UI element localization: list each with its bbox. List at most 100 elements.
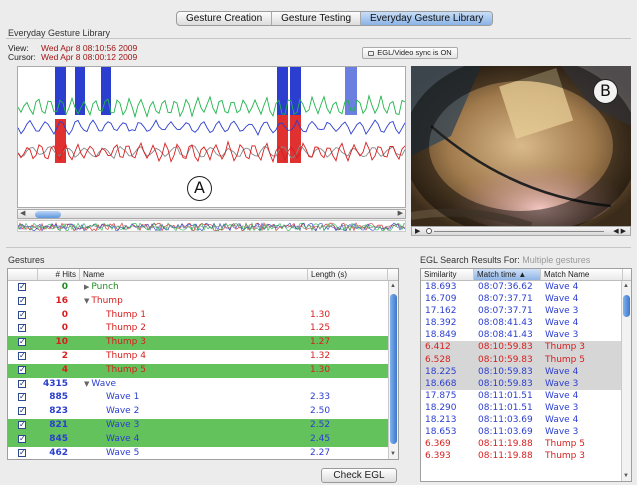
gesture-length: 1.25 bbox=[310, 323, 331, 334]
tab-everyday-gesture-library[interactable]: Everyday Gesture Library bbox=[361, 12, 493, 25]
video-scrubber[interactable] bbox=[426, 228, 432, 234]
gesture-row[interactable]: ✓ 2 Thump 4 1.32 bbox=[8, 350, 398, 364]
gesture-checkbox[interactable]: ✓ bbox=[18, 283, 26, 291]
gesture-name-label: Wave 4 bbox=[106, 433, 140, 444]
gesture-checkbox[interactable]: ✓ bbox=[18, 393, 26, 402]
results-scrollbar[interactable]: ▲ ▼ bbox=[621, 281, 631, 481]
match-time-column-header[interactable]: Match time ▲ bbox=[474, 269, 541, 280]
gesture-name: Wave 3 bbox=[106, 419, 139, 433]
result-row[interactable]: 16.709 08:07:37.71 Wave 4 bbox=[421, 293, 631, 305]
gestures-scroll-thumb[interactable] bbox=[390, 294, 397, 444]
play-icon[interactable]: ▶ bbox=[415, 227, 420, 235]
gesture-checkbox[interactable]: ✓ bbox=[18, 365, 26, 374]
gesture-name-label: Wave 5 bbox=[106, 447, 140, 458]
scroll-thumb[interactable] bbox=[35, 211, 61, 218]
scroll-right-icon[interactable]: ▶ bbox=[398, 209, 403, 217]
result-match-name: Wave 3 bbox=[545, 306, 579, 317]
scroll-down-icon[interactable]: ▼ bbox=[623, 473, 629, 479]
cursor-label: Cursor: bbox=[8, 52, 36, 62]
result-row[interactable]: 18.849 08:08:41.43 Wave 3 bbox=[421, 329, 631, 341]
scroll-up-icon[interactable]: ▲ bbox=[390, 283, 396, 289]
gesture-checkbox[interactable]: ✓ bbox=[18, 296, 26, 305]
video-sync-button[interactable]: EGL/Video sync is ON bbox=[362, 47, 458, 59]
gesture-name-label: Thump 5 bbox=[106, 364, 146, 375]
result-row[interactable]: 18.693 08:07:36.62 Wave 4 bbox=[421, 281, 631, 293]
timeline-overview[interactable] bbox=[17, 220, 406, 232]
gesture-row[interactable]: ✓ 821 Wave 3 2.52 bbox=[8, 418, 398, 433]
gesture-checkbox[interactable]: ✓ bbox=[18, 448, 26, 457]
results-scroll-thumb[interactable] bbox=[623, 295, 630, 317]
result-similarity: 18.290 bbox=[425, 402, 457, 413]
result-row[interactable]: 6.393 08:11:19.88 Thump 3 bbox=[421, 450, 631, 462]
gesture-checkbox[interactable]: ✓ bbox=[18, 407, 26, 416]
result-row[interactable]: 6.412 08:10:59.83 Thump 3 bbox=[421, 341, 631, 354]
gesture-row[interactable]: ✓ 0 ▶ Punch bbox=[8, 281, 398, 295]
gesture-name-label: Wave bbox=[91, 378, 117, 389]
result-row[interactable]: 17.875 08:11:01.51 Wave 4 bbox=[421, 390, 631, 402]
gesture-hits: 0 bbox=[61, 282, 68, 292]
results-title: EGL Search Results For: Multiple gesture… bbox=[420, 255, 590, 265]
result-row[interactable]: 18.668 08:10:59.83 Wave 3 bbox=[421, 377, 631, 390]
result-match-name: Wave 3 bbox=[545, 378, 579, 389]
gesture-row[interactable]: ✓ 0 Thump 1 1.30 bbox=[8, 309, 398, 323]
gestures-scrollbar[interactable]: ▲ ▼ bbox=[388, 281, 398, 459]
volume-icon[interactable]: ◀ ▶ bbox=[613, 227, 626, 235]
gesture-row[interactable]: ✓ 823 Wave 2 2.50 bbox=[8, 405, 398, 419]
gesture-checkbox[interactable]: ✓ bbox=[18, 379, 26, 388]
gesture-row[interactable]: ✓ 10 Thump 3 1.27 bbox=[8, 336, 398, 350]
signal-trace bbox=[18, 140, 405, 164]
hits-column-header[interactable]: # Hits bbox=[38, 269, 80, 280]
gesture-row[interactable]: ✓ 4 Thump 5 1.30 bbox=[8, 363, 398, 378]
match-name-column-header[interactable]: Match Name bbox=[541, 269, 623, 280]
length-column-header[interactable]: Length (s) bbox=[308, 269, 388, 280]
similarity-column-header[interactable]: Similarity bbox=[421, 269, 474, 280]
result-row[interactable]: 18.653 08:11:03.69 Wave 3 bbox=[421, 426, 631, 438]
gesture-checkbox[interactable]: ✓ bbox=[18, 351, 26, 360]
gesture-length: 1.30 bbox=[310, 364, 331, 375]
result-row[interactable]: 6.369 08:11:19.88 Thump 5 bbox=[421, 438, 631, 450]
disclosure-triangle-icon[interactable]: ▶ bbox=[84, 283, 89, 291]
tab-gesture-creation[interactable]: Gesture Creation bbox=[177, 12, 273, 25]
gesture-row[interactable]: ✓ 885 Wave 1 2.33 bbox=[8, 391, 398, 405]
signal-trace bbox=[18, 119, 405, 136]
gesture-hits: 845 bbox=[49, 433, 68, 444]
gesture-checkbox[interactable]: ✓ bbox=[18, 324, 26, 333]
result-row[interactable]: 18.290 08:11:01.51 Wave 3 bbox=[421, 402, 631, 414]
scroll-up-icon[interactable]: ▲ bbox=[623, 283, 629, 289]
result-row[interactable]: 18.213 08:11:03.69 Wave 4 bbox=[421, 414, 631, 426]
gesture-checkbox[interactable]: ✓ bbox=[18, 310, 26, 319]
result-match-name: Wave 4 bbox=[545, 415, 579, 426]
gesture-match-block[interactable] bbox=[290, 115, 301, 163]
result-similarity: 18.392 bbox=[425, 318, 457, 329]
gesture-row[interactable]: ✓ 0 Thump 2 1.25 bbox=[8, 322, 398, 336]
gesture-row[interactable]: ✓ 462 Wave 5 2.27 bbox=[8, 447, 398, 459]
gesture-match-block[interactable] bbox=[290, 67, 301, 119]
gesture-hits: 16 bbox=[55, 295, 68, 306]
gesture-row[interactable]: ✓ 16 ▼ Thump bbox=[8, 295, 398, 309]
results-table-header: Similarity Match time ▲ Match Name bbox=[421, 269, 631, 281]
result-row[interactable]: 17.162 08:07:37.71 Wave 3 bbox=[421, 305, 631, 317]
scroll-left-icon[interactable]: ◀ bbox=[20, 209, 25, 217]
gesture-row[interactable]: ✓ 845 Wave 4 2.45 bbox=[8, 432, 398, 447]
result-row[interactable]: 18.225 08:10:59.83 Wave 4 bbox=[421, 365, 631, 378]
result-row[interactable]: 6.528 08:10:59.83 Thump 5 bbox=[421, 353, 631, 366]
gesture-name: ▼ Thump bbox=[84, 295, 123, 309]
divider bbox=[6, 247, 631, 248]
tab-gesture-testing[interactable]: Gesture Testing bbox=[272, 12, 362, 25]
name-column-header[interactable]: Name bbox=[80, 269, 308, 280]
gesture-row[interactable]: ✓ 4315 ▼ Wave bbox=[8, 378, 398, 392]
result-match-name: Wave 4 bbox=[545, 282, 579, 292]
check-egl-button[interactable]: Check EGL bbox=[321, 468, 397, 483]
scroll-down-icon[interactable]: ▼ bbox=[390, 451, 396, 457]
gesture-match-block[interactable] bbox=[75, 67, 85, 115]
timeline-scrollbar[interactable]: ◀ ▶ bbox=[17, 209, 406, 219]
disclosure-triangle-icon[interactable]: ▼ bbox=[84, 297, 89, 305]
gesture-checkbox[interactable]: ✓ bbox=[18, 434, 26, 443]
disclosure-triangle-icon[interactable]: ▼ bbox=[84, 380, 89, 388]
gesture-match-block[interactable] bbox=[277, 67, 288, 119]
result-row[interactable]: 18.392 08:08:41.43 Wave 4 bbox=[421, 317, 631, 329]
gesture-checkbox[interactable]: ✓ bbox=[18, 420, 26, 429]
result-similarity: 6.412 bbox=[425, 342, 451, 353]
gesture-length: 2.33 bbox=[310, 392, 331, 403]
gesture-checkbox[interactable]: ✓ bbox=[18, 338, 26, 347]
